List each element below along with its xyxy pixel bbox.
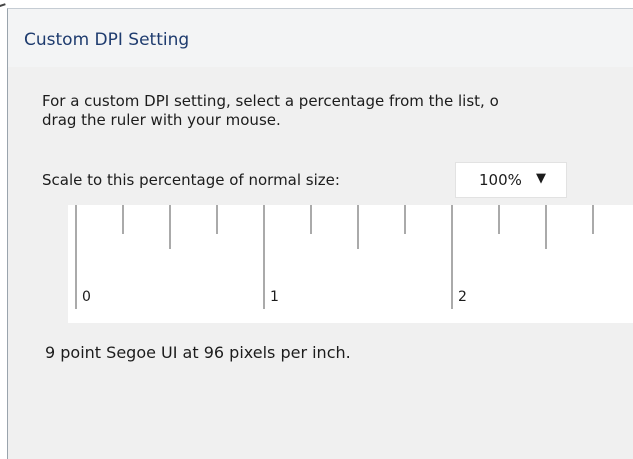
scale-percentage-dropdown[interactable]: 100% ▼ xyxy=(455,162,567,198)
scale-percentage-value: 100% xyxy=(479,171,522,189)
ruler-label-0: 0 xyxy=(82,289,91,305)
scale-label: Scale to this percentage of normal size: xyxy=(42,171,340,189)
dpi-ruler[interactable]: 0 1 2 xyxy=(68,205,633,323)
screen: Custom DPI Setting For a custom DPI sett… xyxy=(0,0,633,459)
ruler-ticks xyxy=(75,205,594,309)
title-bar: Custom DPI Setting xyxy=(8,9,633,67)
ruler-label-1: 1 xyxy=(270,289,279,305)
corner-mark xyxy=(0,3,7,10)
dialog-title: Custom DPI Setting xyxy=(24,30,190,50)
font-preview-text: 9 point Segoe UI at 96 pixels per inch. xyxy=(45,343,351,362)
ruler-label-2: 2 xyxy=(458,289,467,305)
instructions-text: For a custom DPI setting, select a perce… xyxy=(42,92,499,130)
instructions-line-1: For a custom DPI setting, select a perce… xyxy=(42,92,499,110)
instructions-line-2: drag the ruler with your mouse. xyxy=(42,111,281,129)
chevron-down-icon: ▼ xyxy=(536,171,546,186)
